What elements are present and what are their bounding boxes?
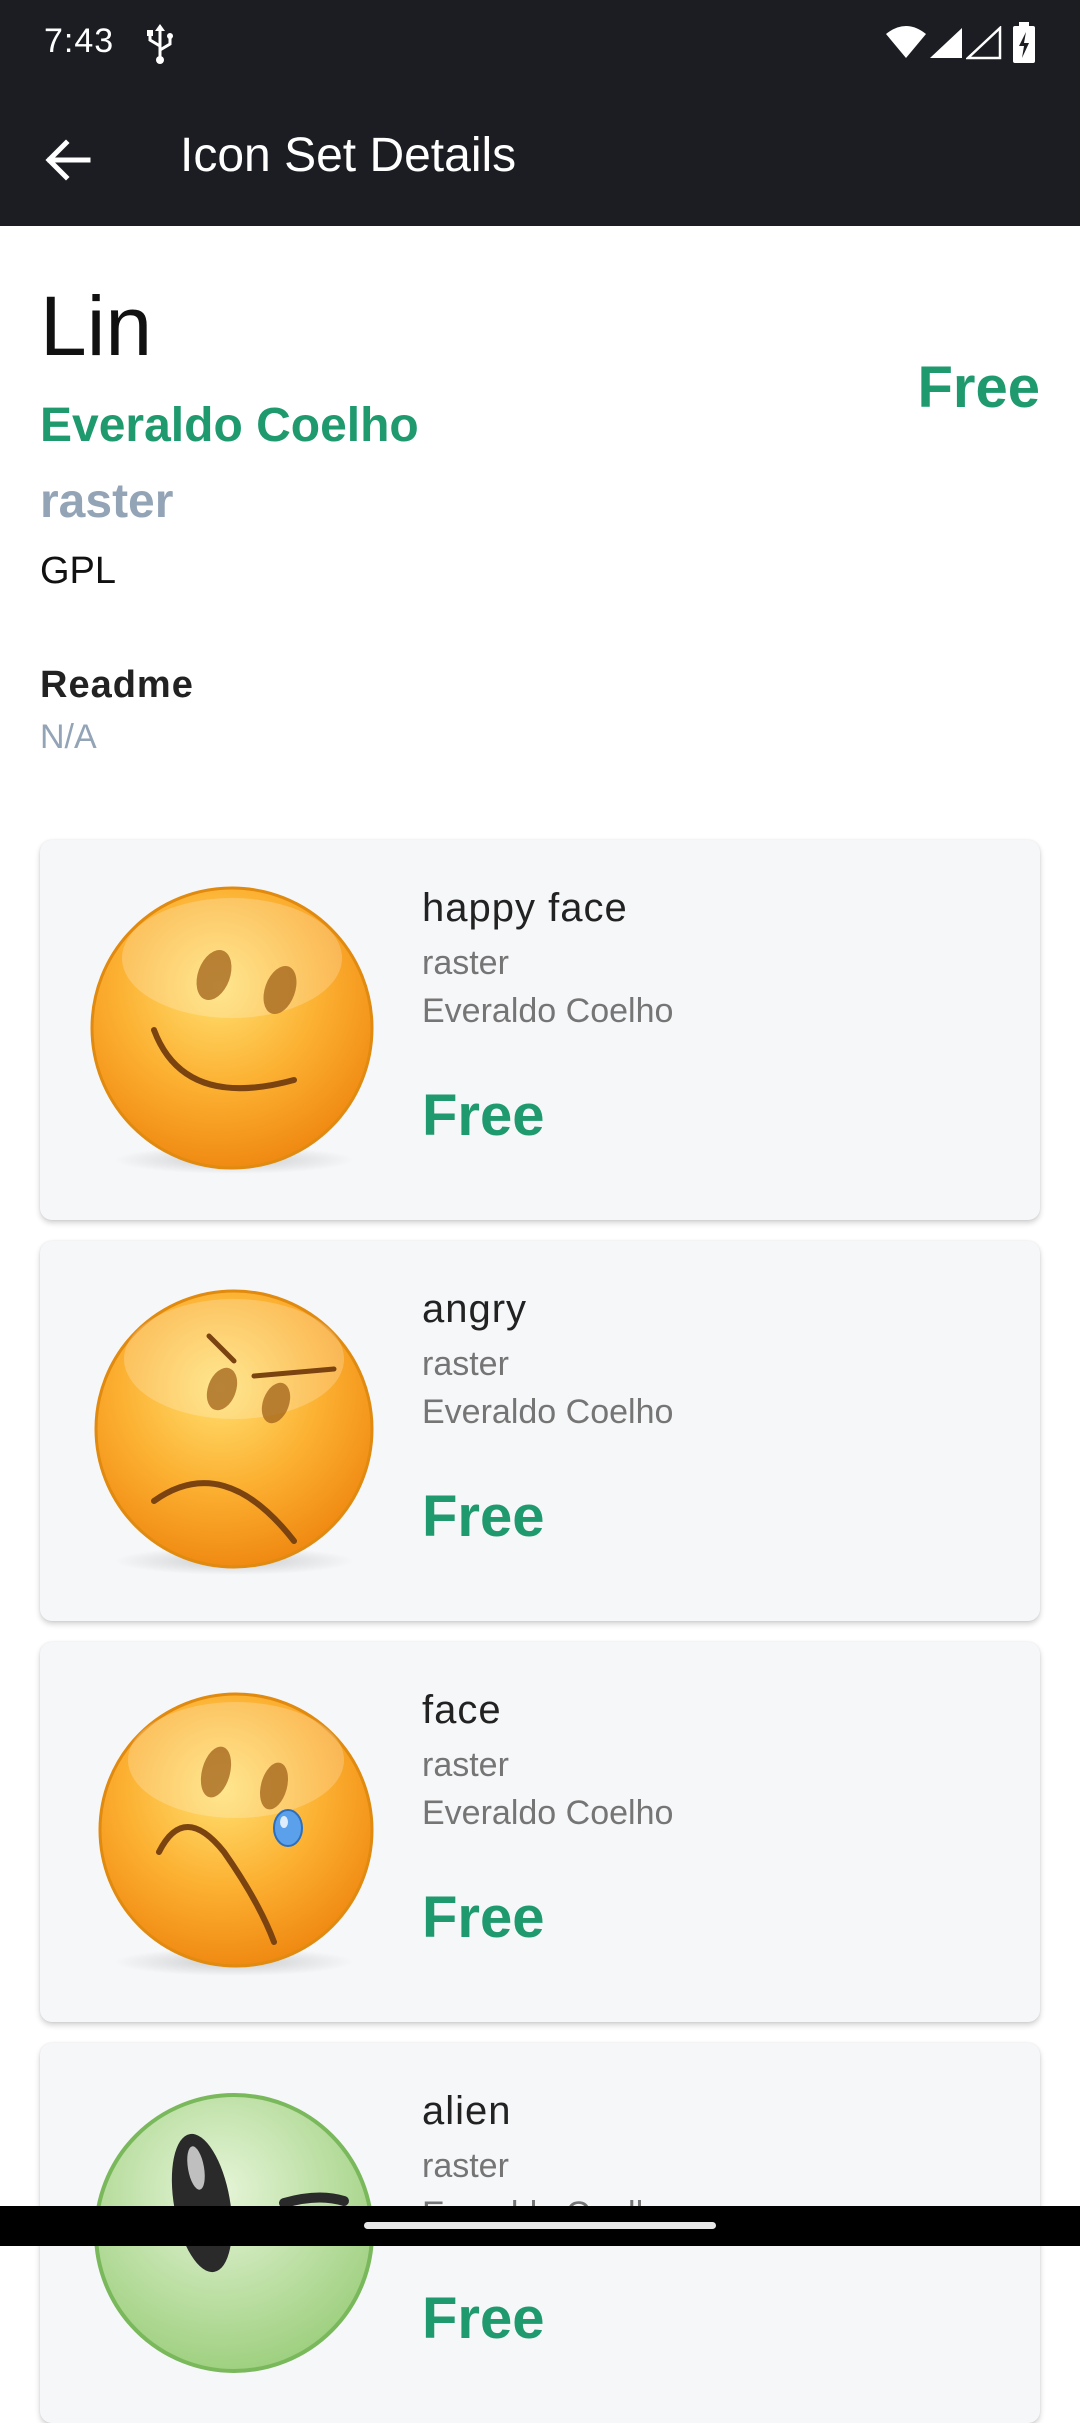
icon-card[interactable]: happy face raster Everaldo Coelho Free	[40, 840, 1040, 1220]
icon-price: Free	[422, 1484, 545, 1549]
signal-icon	[966, 26, 1002, 60]
icon-name: angry	[422, 1287, 528, 1331]
crying-face-icon	[98, 1692, 374, 1976]
battery-icon	[1013, 22, 1035, 63]
navigation-bar	[0, 2206, 1080, 2246]
angry-face-icon	[94, 1289, 374, 1575]
signal-icon	[930, 28, 962, 58]
usb-icon	[147, 24, 173, 64]
readme-value: N/A	[40, 718, 97, 756]
icon-price: Free	[422, 2286, 545, 2351]
arrow-back-icon[interactable]	[36, 128, 100, 192]
app-bar: Icon Set Details	[0, 88, 1080, 226]
icon-name: happy face	[422, 886, 628, 930]
icon-set-name: Lin	[40, 279, 153, 373]
status-time: 7:43	[44, 22, 115, 60]
happy-face-icon	[90, 886, 374, 1174]
icon-set-type: raster	[40, 475, 174, 528]
icon-type: raster	[422, 1345, 509, 1383]
icon-name: face	[422, 1688, 502, 1732]
icon-type: raster	[422, 1746, 509, 1784]
wifi-icon	[886, 26, 926, 58]
icon-set-price: Free	[917, 355, 1040, 420]
icon-name: alien	[422, 2089, 512, 2133]
page-title: Icon Set Details	[180, 129, 517, 182]
home-indicator[interactable]	[364, 2222, 716, 2229]
icon-price: Free	[422, 1083, 545, 1148]
icon-author: Everaldo Coelho	[422, 992, 674, 1030]
icon-card[interactable]: face raster Everaldo Coelho Free	[40, 1642, 1040, 2022]
icon-author: Everaldo Coelho	[422, 1794, 674, 1832]
icon-set-author[interactable]: Everaldo Coelho	[40, 398, 419, 453]
icon-card[interactable]: angry raster Everaldo Coelho Free	[40, 1241, 1040, 1621]
icon-type: raster	[422, 944, 509, 982]
readme-heading: Readme	[40, 664, 194, 706]
status-bar: 7:43	[0, 0, 1080, 88]
icon-set-license: GPL	[40, 550, 117, 592]
icon-price: Free	[422, 1885, 545, 1950]
icon-author: Everaldo Coelho	[422, 1393, 674, 1431]
icon-type: raster	[422, 2147, 509, 2185]
